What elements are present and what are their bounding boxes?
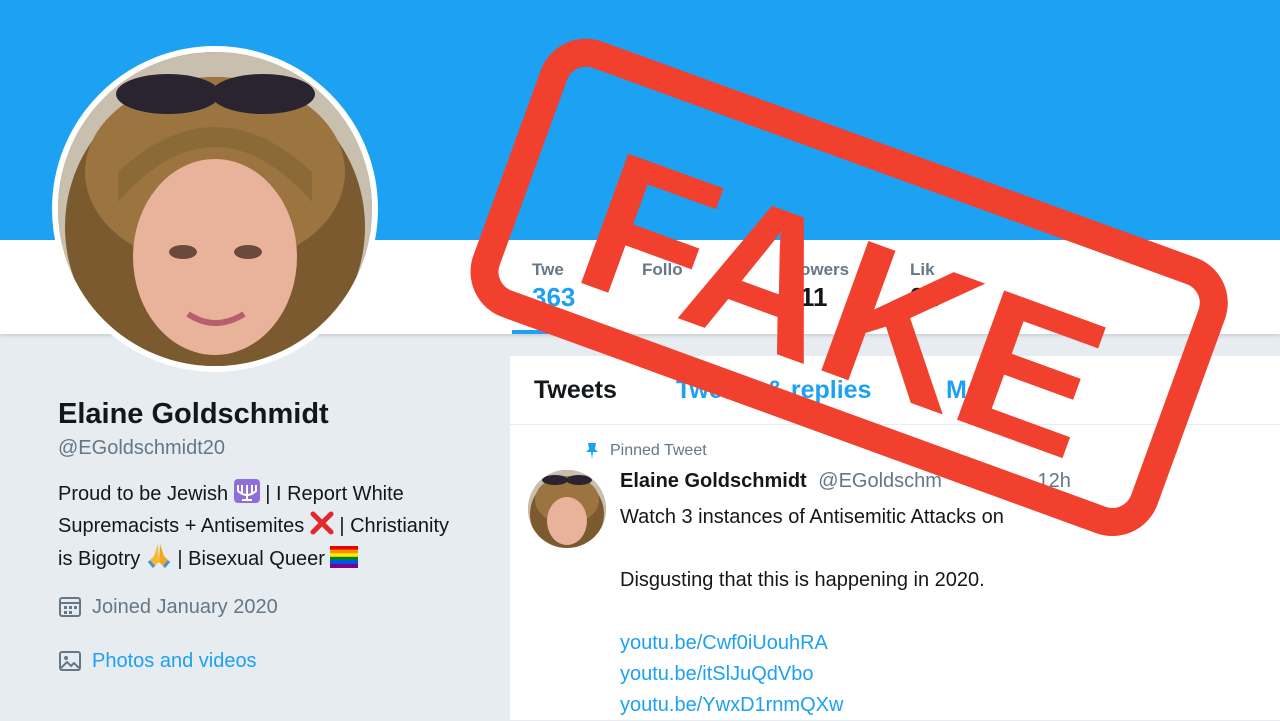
tweet-link-1[interactable]: youtu.be/Cwf0iUouhRA bbox=[620, 628, 1260, 659]
tweet-avatar-portrait bbox=[528, 470, 606, 548]
stat-tweets[interactable]: Twe 363 bbox=[532, 260, 575, 313]
bio-text-6: | Bisexual Queer bbox=[177, 548, 325, 570]
profile-name[interactable]: Elaine Goldschmidt bbox=[58, 398, 498, 431]
active-stat-underline bbox=[512, 330, 616, 334]
folded-hands-icon bbox=[147, 544, 170, 568]
tweet-time[interactable]: 12h bbox=[1038, 470, 1071, 492]
stat-followers-label: owers bbox=[800, 260, 850, 279]
stat-tweets-label: Twe bbox=[532, 260, 564, 279]
calendar-icon bbox=[59, 597, 81, 617]
cross-mark-icon bbox=[310, 511, 334, 535]
stat-likes-label: Lik bbox=[910, 260, 935, 279]
joined-row: Joined January 2020 bbox=[58, 595, 498, 619]
bio-text-3: Supremacists + Antisemites bbox=[58, 515, 305, 537]
profile-bio: Proud to be Jewish | I Report White Supr… bbox=[58, 478, 498, 575]
bio-text-4: | Christianity bbox=[339, 515, 450, 537]
joined-date: Joined January 2020 bbox=[92, 595, 278, 618]
tweet-avatar[interactable] bbox=[528, 470, 606, 548]
tweet-link-3[interactable]: youtu.be/YwxD1rnmQXw bbox=[620, 690, 1260, 721]
tweet-body: Watch 3 instances of Antisemitic Attacks… bbox=[620, 502, 1260, 721]
stat-followers[interactable]: owers 11 bbox=[800, 260, 849, 313]
pinned-tweet-label: Pinned Tweet bbox=[584, 442, 707, 460]
profile-avatar[interactable] bbox=[52, 46, 378, 372]
stat-following[interactable]: Follo bbox=[642, 260, 683, 282]
stat-followers-value: 11 bbox=[800, 282, 828, 312]
tweet-link-2[interactable]: youtu.be/itSlJuQdVbo bbox=[620, 659, 1260, 690]
timeline: Tweets Tweets & replies Me Pinned Tweet … bbox=[510, 356, 1280, 720]
tab-tweets-replies[interactable]: Tweets & replies bbox=[676, 376, 871, 405]
tweet-author-name[interactable]: Elaine Goldschmidt bbox=[620, 470, 807, 492]
profile-card: Elaine Goldschmidt @EGoldschmidt20 Proud… bbox=[58, 398, 498, 673]
menorah-icon bbox=[233, 479, 260, 503]
tab-media[interactable]: Me bbox=[946, 376, 981, 405]
bio-text-2: | I Report White bbox=[265, 483, 404, 505]
avatar-portrait bbox=[58, 52, 372, 366]
stat-likes[interactable]: Lik 22 bbox=[910, 260, 939, 313]
photos-videos-link[interactable]: Photos and videos bbox=[58, 649, 498, 673]
image-icon bbox=[59, 651, 81, 671]
stat-following-label: Follo bbox=[642, 260, 683, 279]
stat-likes-value: 22 bbox=[910, 282, 939, 312]
tweet-author-handle[interactable]: @EGoldschm bbox=[818, 470, 942, 492]
bio-text-1: Proud to be Jewish bbox=[58, 483, 229, 505]
timeline-tabs: Tweets Tweets & replies Me bbox=[510, 356, 1280, 425]
stat-tweets-value: 363 bbox=[532, 282, 576, 312]
pinned-text: Pinned Tweet bbox=[610, 442, 707, 459]
bio-text-5: is Bigotry bbox=[58, 548, 141, 570]
tweet-header: Elaine Goldschmidt @EGoldschm 12h bbox=[620, 470, 1071, 493]
tweet-line-2: Disgusting that this is happening in 202… bbox=[620, 569, 985, 591]
rainbow-flag-icon bbox=[330, 546, 359, 568]
pin-icon bbox=[586, 443, 598, 459]
profile-handle: @EGoldschmidt20 bbox=[58, 437, 226, 459]
photos-videos-label[interactable]: Photos and videos bbox=[92, 650, 257, 673]
tweet-line-1: Watch 3 instances of Antisemitic Attacks… bbox=[620, 506, 1004, 528]
tab-tweets[interactable]: Tweets bbox=[534, 376, 617, 405]
